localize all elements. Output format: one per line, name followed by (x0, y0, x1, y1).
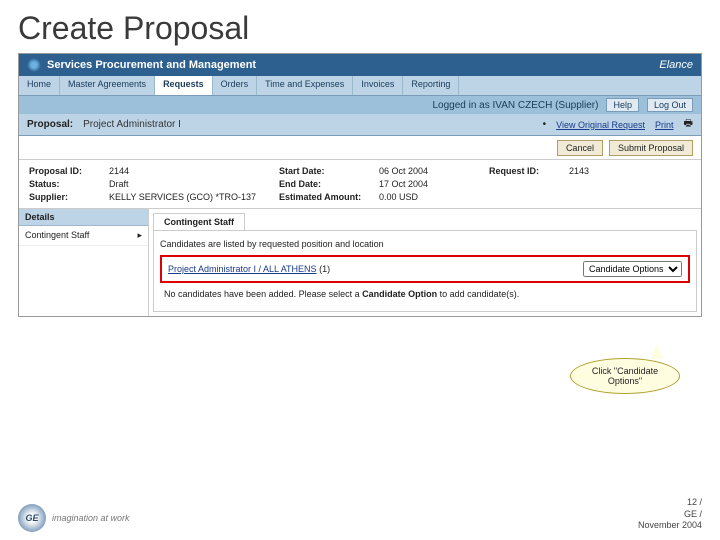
main-tab-contingent-staff[interactable]: Contingent Staff (153, 213, 245, 230)
proposal-id-value: 2144 (109, 166, 279, 176)
details-main: Contingent Staff Candidates are listed b… (149, 209, 701, 316)
sidebar-item-label: Contingent Staff (25, 230, 89, 241)
footer-meta: 12 / GE / November 2004 (638, 497, 702, 532)
print-link[interactable]: Print (655, 120, 674, 130)
view-original-request-link[interactable]: View Original Request (556, 120, 645, 130)
tab-requests[interactable]: Requests (155, 76, 213, 95)
supplier-value: KELLY SERVICES (GCO) *TRO-137 (109, 192, 279, 202)
sub-bar: Logged in as IVAN CZECH (Supplier) Help … (19, 96, 701, 114)
proposal-value: Project Administrator I (83, 119, 181, 130)
proposal-id-label: Proposal ID: (29, 166, 109, 176)
candidate-text: Project Administrator I / ALL ATHENS (1) (168, 264, 330, 274)
ge-logo-icon: GE (18, 504, 46, 532)
footer-date: November 2004 (638, 520, 702, 532)
cancel-button[interactable]: Cancel (557, 140, 603, 156)
footer-org: GE / (638, 509, 702, 521)
action-row: Cancel Submit Proposal (19, 136, 701, 160)
status-label: Status: (29, 179, 109, 189)
tab-home[interactable]: Home (19, 76, 60, 95)
request-id-label: Request ID: (489, 166, 569, 176)
ge-tagline: imagination at work (52, 513, 130, 523)
supplier-label: Supplier: (29, 192, 109, 202)
details-box: Candidates are listed by requested posit… (153, 230, 697, 312)
start-date-label: Start Date: (279, 166, 379, 176)
app-title: Services Procurement and Management (47, 59, 659, 71)
tab-reporting[interactable]: Reporting (403, 76, 459, 95)
tab-master-agreements[interactable]: Master Agreements (60, 76, 155, 95)
nav-tabs: Home Master Agreements Requests Orders T… (19, 76, 701, 96)
print-icon[interactable]: 🖶 (684, 116, 693, 133)
end-date-value: 17 Oct 2004 (379, 179, 489, 189)
details-sidebar: Details Contingent Staff ▸ (19, 209, 149, 316)
request-id-value: 2143 (569, 166, 649, 176)
info-grid: Proposal ID: 2144 Start Date: 06 Oct 200… (19, 160, 701, 209)
tab-orders[interactable]: Orders (213, 76, 258, 95)
app-screenshot: Services Procurement and Management Elan… (18, 53, 702, 317)
app-header: Services Procurement and Management Elan… (19, 54, 701, 76)
slide-title: Create Proposal (0, 0, 720, 53)
logout-button[interactable]: Log Out (647, 98, 693, 112)
slide-footer: GE imagination at work 12 / GE / Novembe… (18, 497, 702, 532)
start-date-value: 06 Oct 2004 (379, 166, 489, 176)
candidate-link[interactable]: Project Administrator I / ALL ATHENS (168, 264, 317, 274)
details-header: Details (19, 209, 148, 226)
bullet-icon: • (543, 119, 547, 130)
proposal-label: Proposal: (27, 119, 73, 130)
ge-logo: GE imagination at work (18, 504, 130, 532)
proposal-bar: Proposal: Project Administrator I • View… (19, 114, 701, 136)
details-section: Details Contingent Staff ▸ Contingent St… (19, 209, 701, 316)
candidate-row-highlight: Project Administrator I / ALL ATHENS (1)… (160, 255, 690, 283)
amount-value: 0.00 USD (379, 192, 489, 202)
no-candidates-hint: No candidates have been added. Please se… (160, 283, 690, 305)
chevron-right-icon: ▸ (137, 230, 142, 241)
app-logo-icon (27, 58, 41, 72)
end-date-label: End Date: (279, 179, 379, 189)
callout-bubble: Click "Candidate Options" (570, 358, 680, 394)
logged-in-text: Logged in as IVAN CZECH (Supplier) (432, 100, 598, 111)
callout-text: Click "Candidate Options" (577, 366, 673, 386)
tab-invoices[interactable]: Invoices (353, 76, 403, 95)
page-number: 12 / (638, 497, 702, 509)
candidate-options-dropdown[interactable]: Candidate Options (583, 261, 682, 277)
submit-proposal-button[interactable]: Submit Proposal (609, 140, 693, 156)
amount-label: Estimated Amount: (279, 192, 379, 202)
sidebar-item-contingent-staff[interactable]: Contingent Staff ▸ (19, 226, 148, 246)
list-note: Candidates are listed by requested posit… (160, 237, 690, 255)
tab-time-expenses[interactable]: Time and Expenses (257, 76, 353, 95)
candidate-count: (1) (319, 264, 330, 274)
help-button[interactable]: Help (606, 98, 639, 112)
status-value: Draft (109, 179, 279, 189)
app-brand: Elance (659, 59, 693, 71)
